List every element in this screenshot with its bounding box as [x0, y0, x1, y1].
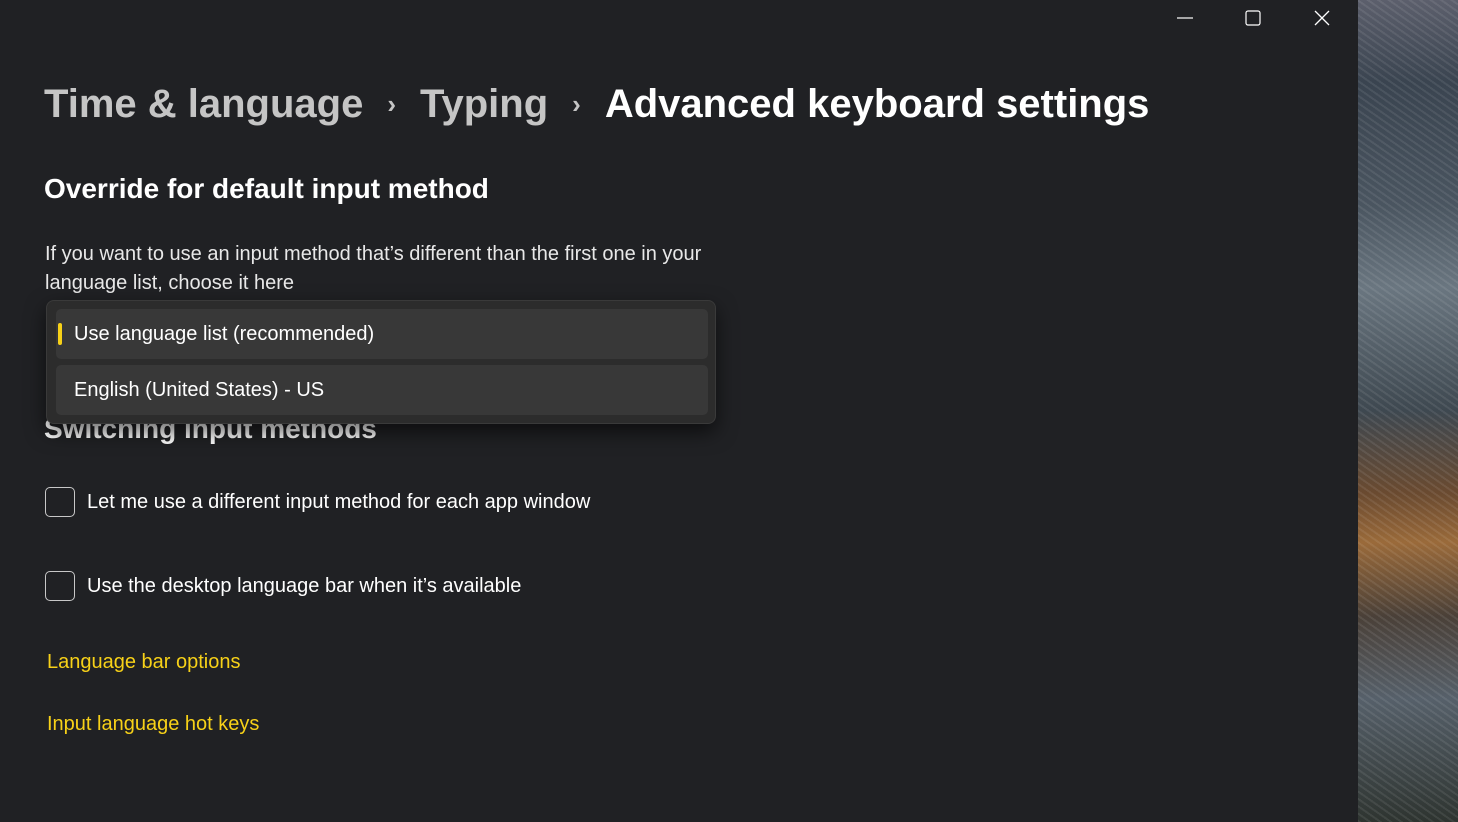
selected-indicator [58, 323, 62, 345]
minimize-button[interactable] [1162, 0, 1208, 36]
option-label: English (United States) - US [74, 379, 325, 401]
close-icon [1314, 10, 1330, 26]
checkbox[interactable] [45, 487, 75, 517]
close-button[interactable] [1299, 0, 1345, 36]
checkbox[interactable] [45, 571, 75, 601]
input-language-hot-keys-link[interactable]: Input language hot keys [47, 713, 259, 736]
option-label: Use language list (recommended) [74, 323, 375, 345]
settings-window: Time & language › Typing › Advanced keyb… [0, 0, 1358, 822]
dropdown-option-language-list[interactable]: Use language list (recommended) [56, 309, 708, 359]
minimize-icon [1177, 17, 1193, 19]
dropdown-option-english-us[interactable]: English (United States) - US [56, 365, 708, 415]
breadcrumb-typing[interactable]: Typing [420, 82, 548, 127]
chevron-right-icon: › [572, 89, 581, 119]
maximize-icon [1245, 10, 1261, 26]
page-title: Advanced keyboard settings [604, 82, 1150, 126]
breadcrumb-time-language[interactable]: Time & language [44, 82, 363, 127]
language-bar-options-link[interactable]: Language bar options [47, 651, 241, 674]
checkbox-label: Let me use a different input method for … [87, 490, 591, 513]
checkbox-per-app-input[interactable]: Let me use a different input method for … [45, 487, 590, 517]
input-method-dropdown-list: Use language list (recommended) English … [46, 300, 716, 424]
override-heading: Override for default input method [44, 173, 489, 204]
maximize-button[interactable] [1230, 0, 1276, 36]
checkbox-label: Use the desktop language bar when it’s a… [87, 574, 522, 597]
breadcrumb: Time & language › Typing › Advanced keyb… [44, 82, 1149, 127]
desktop-wallpaper [1358, 0, 1458, 822]
checkbox-desktop-language-bar[interactable]: Use the desktop language bar when it’s a… [45, 571, 521, 601]
chevron-right-icon: › [387, 89, 397, 119]
override-description: If you want to use an input method that’… [45, 243, 702, 294]
